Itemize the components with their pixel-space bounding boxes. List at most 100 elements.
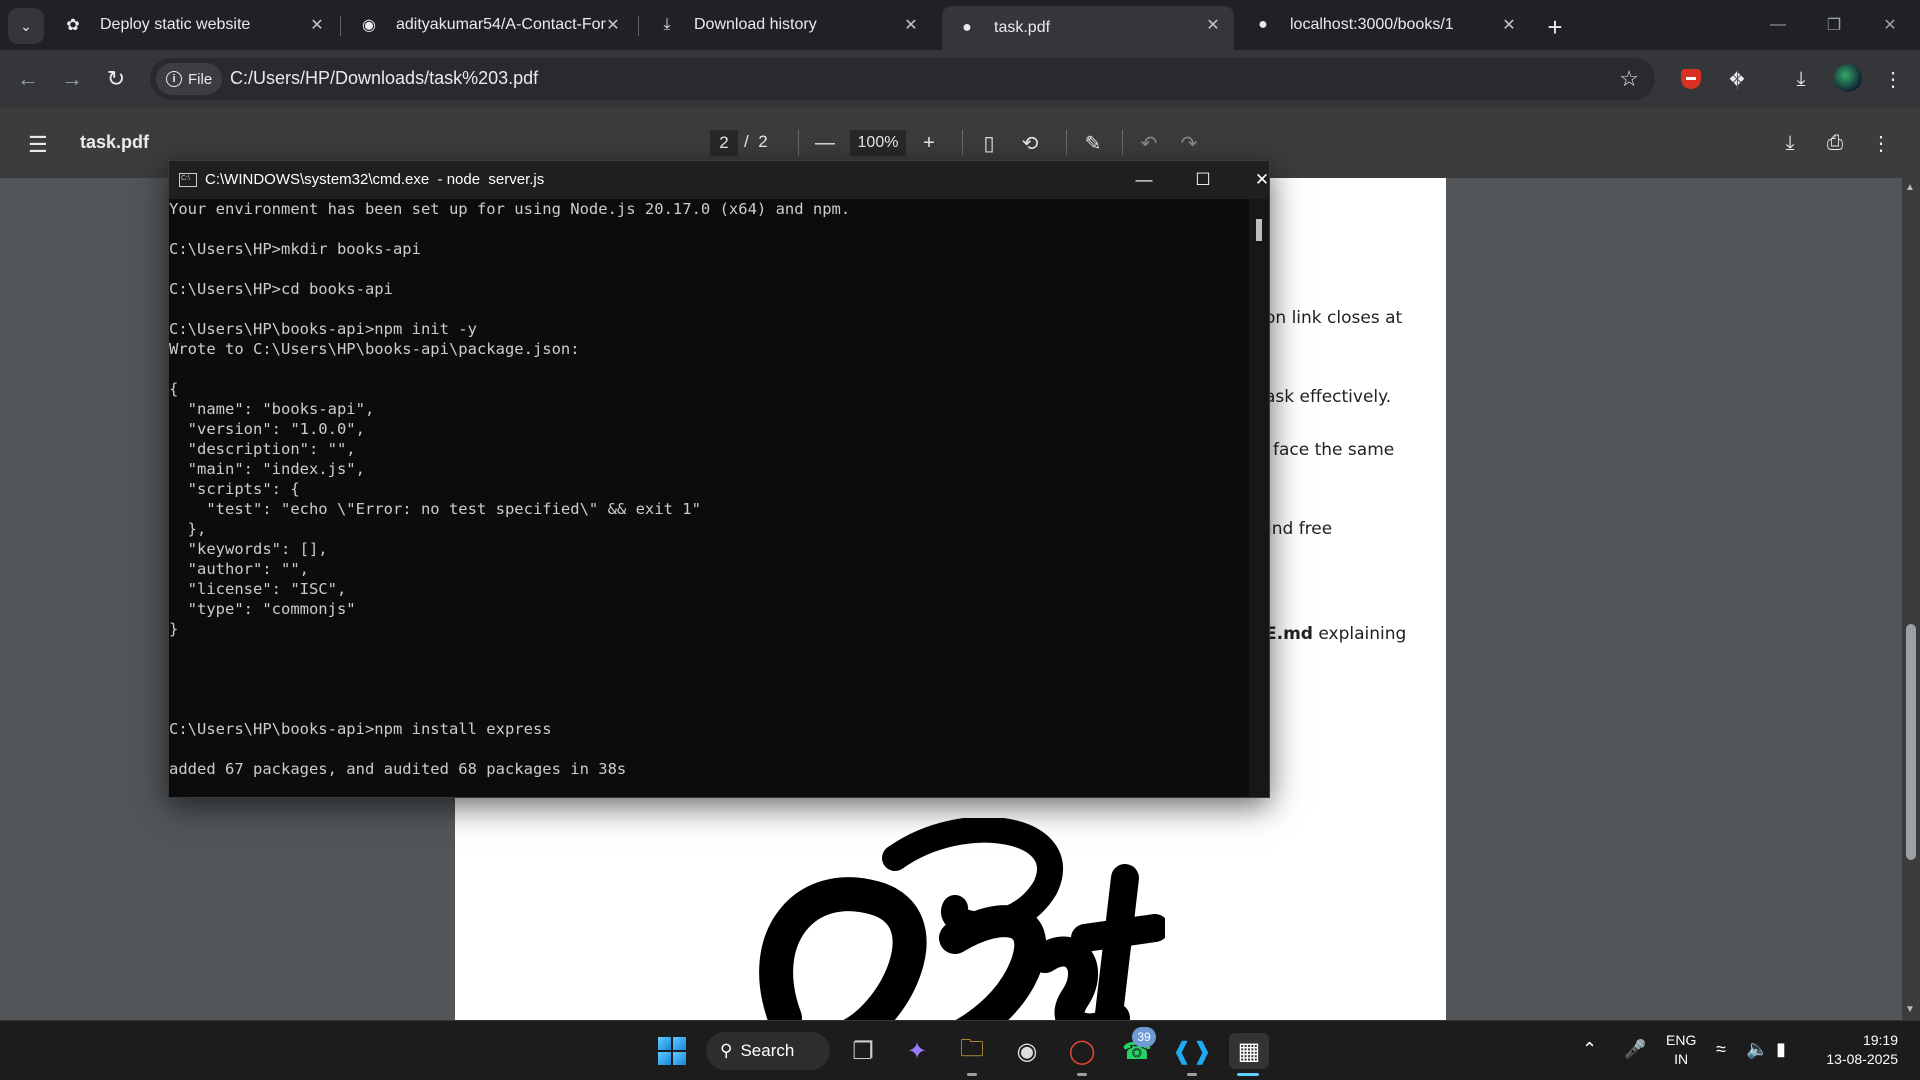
reload-icon: ↻ <box>106 66 126 91</box>
page-number-input[interactable]: 2 <box>710 130 738 156</box>
pdf-text-line: on link closes at <box>1265 308 1403 328</box>
language-indicator[interactable]: ENG IN <box>1666 1031 1696 1069</box>
wifi-icon[interactable]: ≈ <box>1716 1039 1726 1060</box>
browser-menu-icon[interactable]: ⋮ <box>1878 64 1908 94</box>
tab-label: Deploy static website <box>100 16 251 33</box>
cmd-line: Wrote to C:\Users\HP\books-api\package.j… <box>169 340 580 358</box>
tab-task-pdf[interactable]: ● task.pdf ✕ <box>942 6 1234 50</box>
zoom-in-button[interactable]: + <box>914 128 944 158</box>
microphone-icon[interactable]: 🎤 <box>1624 1039 1646 1060</box>
hamburger-menu-icon[interactable]: ☰ <box>28 132 48 158</box>
cmd-line: C:\Users\HP\books-api>npm install expres… <box>169 720 552 738</box>
close-icon[interactable]: ✕ <box>1202 14 1224 36</box>
zoom-out-button[interactable]: — <box>810 128 840 158</box>
restore-button[interactable]: ❐ <box>1814 10 1854 40</box>
fit-to-page-button[interactable]: ▯ <box>974 128 1004 158</box>
redo-button[interactable]: ↷ <box>1174 128 1204 158</box>
bookmark-star-icon[interactable]: ☆ <box>1619 66 1639 92</box>
start-button[interactable] <box>654 1033 690 1069</box>
shield-icon <box>1681 69 1701 89</box>
undo-icon: ↶ <box>1140 132 1158 155</box>
tab-strip: ⌄ ✿ Deploy static website ✕ ◉ adityakuma… <box>0 0 1920 50</box>
volume-icon[interactable]: 🔈 <box>1746 1039 1768 1060</box>
close-icon: ✕ <box>1883 17 1897 34</box>
adblock-extension-icon[interactable] <box>1676 64 1706 94</box>
region-label: IN <box>1674 1051 1689 1067</box>
close-icon[interactable]: ✕ <box>602 14 624 36</box>
globe-icon: ● <box>1258 16 1268 33</box>
running-indicator <box>1077 1073 1087 1076</box>
new-tab-button[interactable]: + <box>1540 12 1570 42</box>
vscode-icon[interactable]: ❰❱ <box>1172 1033 1212 1069</box>
tab-deploy-static-website[interactable]: ✿ Deploy static website ✕ <box>48 6 338 44</box>
minimize-button[interactable]: — <box>1758 10 1798 40</box>
tab-search-button[interactable]: ⌄ <box>8 8 44 44</box>
info-icon: i <box>166 71 182 87</box>
terminal-taskbar-icon[interactable]: ▦ <box>1229 1033 1269 1069</box>
cmd-minimize-button[interactable]: — <box>1121 165 1167 195</box>
terminal-icon: C:\ <box>179 173 197 187</box>
annotate-button[interactable]: ✎ <box>1078 128 1108 158</box>
tab-github-repo[interactable]: ◉ adityakumar54/A-Contact-Form ✕ <box>344 6 634 44</box>
cmd-close-button[interactable]: ✕ <box>1239 165 1285 195</box>
draw-icon: ✎ <box>1084 132 1102 155</box>
cmd-scroll-thumb[interactable] <box>1256 219 1262 241</box>
cmd-window[interactable]: C:\ C:\WINDOWS\system32\cmd.exe - node s… <box>168 160 1270 798</box>
cmd-line <box>169 679 1249 699</box>
cmd-line: C:\Users\HP\books-api>npm init -y <box>169 320 477 338</box>
tab-label: task.pdf <box>994 19 1051 36</box>
download-icon: ⤓ <box>1785 131 1795 154</box>
copilot-icon[interactable]: ✦ <box>899 1033 935 1069</box>
close-window-button[interactable]: ✕ <box>1870 10 1910 40</box>
pdf-title: task.pdf <box>80 132 150 152</box>
chevron-up-icon[interactable]: ⌃ <box>1582 1039 1597 1060</box>
system-clock[interactable]: 19:19 13-08-2025 <box>1810 1031 1898 1069</box>
undo-button[interactable]: ↶ <box>1134 128 1164 158</box>
scroll-down-icon[interactable]: ▼ <box>1905 1004 1915 1015</box>
pdf-toolbar-divider <box>1122 130 1123 156</box>
profile-avatar[interactable] <box>1834 64 1862 92</box>
reload-button[interactable]: ↻ <box>100 63 132 95</box>
cmd-output[interactable]: Your environment has been set up for usi… <box>169 199 1249 797</box>
url-text[interactable]: C:/Users/HP/Downloads/task%203.pdf <box>230 68 538 89</box>
tab-label: localhost:3000/books/1 <box>1290 16 1454 33</box>
site-info-chip[interactable]: i File <box>156 63 223 95</box>
globe-icon: ● <box>962 19 972 36</box>
battery-icon[interactable]: ▮ <box>1776 1039 1786 1060</box>
openai-icon: ✿ <box>66 17 80 34</box>
tab-download-history[interactable]: ⤓ Download history ✕ <box>642 6 932 44</box>
pdf-scroll-thumb[interactable] <box>1906 624 1916 860</box>
chevron-down-icon: ⌄ <box>20 17 32 34</box>
back-button[interactable]: ← <box>12 63 44 95</box>
cmd-scrollbar[interactable] <box>1249 199 1269 797</box>
pdf-scrollbar[interactable]: ▲ ▼ <box>1902 178 1920 1020</box>
cmd-title-bar[interactable]: C:\ C:\WINDOWS\system32\cmd.exe - node s… <box>169 161 1269 199</box>
taskbar-search[interactable]: ⚲ Search <box>706 1032 830 1070</box>
forward-button[interactable]: → <box>56 63 88 95</box>
chrome-icon[interactable]: ◯ <box>1064 1033 1100 1069</box>
print-button[interactable]: ⎙ <box>1820 128 1850 158</box>
pdf-download-button[interactable]: ⤓ <box>1775 128 1805 158</box>
address-bar[interactable]: i File C:/Users/HP/Downloads/task%203.pd… <box>150 58 1655 100</box>
close-icon[interactable]: ✕ <box>306 14 328 36</box>
task-view-icon[interactable]: ❐ <box>845 1033 881 1069</box>
page-separator: / <box>744 132 749 151</box>
downloads-icon[interactable]: ⤓ <box>1786 64 1816 94</box>
cmd-title: C:\WINDOWS\system32\cmd.exe - node serve… <box>205 171 545 188</box>
cmd-line: Your environment has been set up for usi… <box>169 200 851 218</box>
pdf-more-button[interactable]: ⋮ <box>1866 128 1896 158</box>
toolbar-divider <box>1737 70 1738 90</box>
close-icon[interactable]: ✕ <box>1498 14 1520 36</box>
page-count: / 2 <box>744 132 768 152</box>
close-icon[interactable]: ✕ <box>900 14 922 36</box>
cmd-maximize-button[interactable]: ☐ <box>1180 165 1226 195</box>
scroll-up-icon[interactable]: ▲ <box>1905 182 1915 193</box>
minimize-icon: — <box>1770 16 1786 33</box>
tab-localhost-books[interactable]: ● localhost:3000/books/1 ✕ <box>1238 6 1530 44</box>
file-explorer-icon[interactable]: 🗀 <box>954 1033 990 1069</box>
zoom-level-input[interactable]: 100% <box>850 130 906 156</box>
camera-icon[interactable]: ◉ <box>1009 1033 1045 1069</box>
fit-page-icon: ▯ <box>983 132 995 155</box>
rotate-button[interactable]: ⟲ <box>1015 128 1045 158</box>
minimize-icon: — <box>1135 170 1153 189</box>
